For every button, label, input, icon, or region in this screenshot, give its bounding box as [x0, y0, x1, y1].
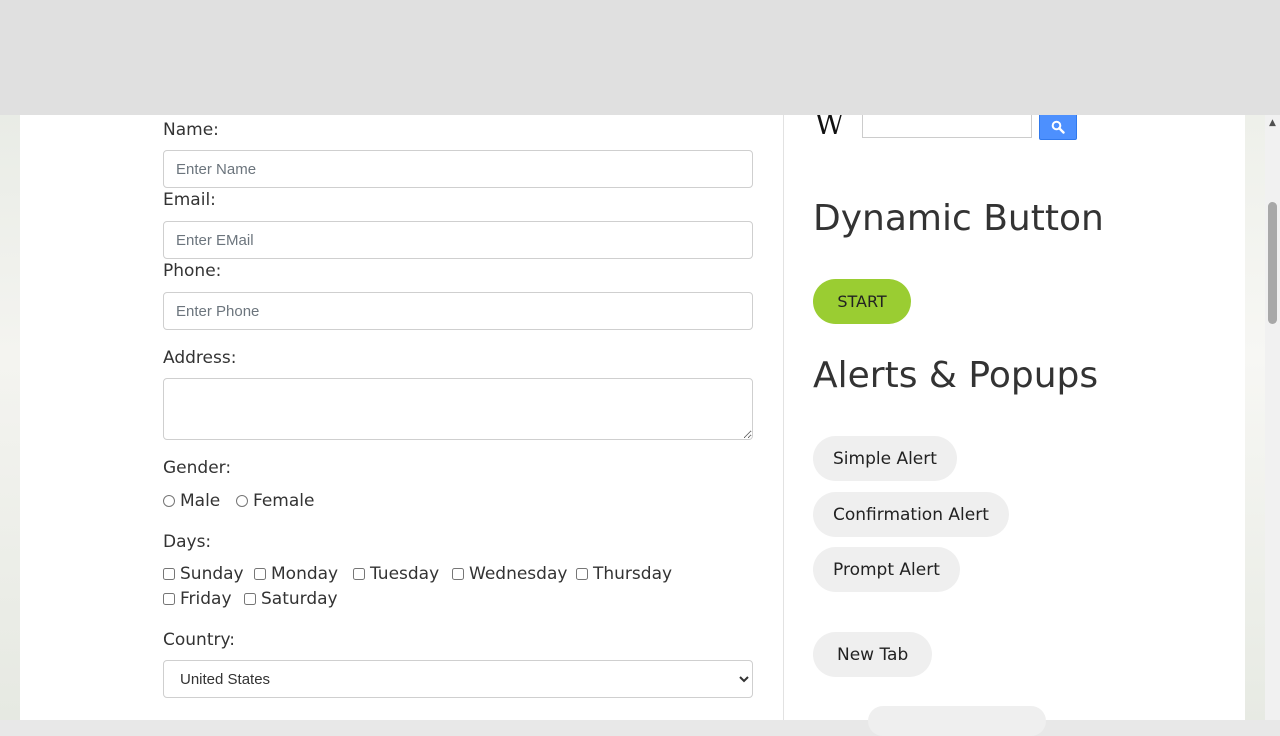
dynamic-button-heading: Dynamic Button — [813, 198, 1104, 239]
day-sunday-label: Sunday — [180, 564, 244, 584]
gender-label: Gender: — [163, 458, 232, 478]
gender-female-radio[interactable] — [236, 495, 248, 507]
simple-alert-button[interactable]: Simple Alert — [813, 436, 957, 481]
country-select[interactable]: United States — [163, 660, 753, 698]
gender-male-radio[interactable] — [163, 495, 175, 507]
start-button[interactable]: START — [813, 279, 911, 324]
phone-input[interactable] — [163, 292, 753, 330]
email-label: Email: — [163, 190, 216, 210]
phone-label: Phone: — [163, 261, 222, 281]
address-textarea[interactable] — [163, 378, 753, 440]
partial-button[interactable] — [868, 706, 1046, 736]
day-tuesday-label: Tuesday — [370, 564, 440, 584]
top-bar — [0, 0, 1280, 115]
gender-male-label: Male — [180, 491, 221, 511]
day-friday-checkbox[interactable] — [163, 593, 175, 605]
email-input[interactable] — [163, 221, 753, 259]
gender-female-option[interactable]: Female — [236, 491, 314, 511]
day-tuesday-checkbox[interactable] — [353, 568, 365, 580]
day-friday-option[interactable]: Friday — [163, 589, 232, 609]
country-label: Country: — [163, 630, 236, 650]
column-divider — [783, 115, 784, 720]
day-saturday-checkbox[interactable] — [244, 593, 256, 605]
days-label: Days: — [163, 532, 212, 552]
day-sunday-checkbox[interactable] — [163, 568, 175, 580]
background-left — [0, 115, 20, 720]
day-thursday-label: Thursday — [593, 564, 673, 584]
day-wednesday-checkbox[interactable] — [452, 568, 464, 580]
new-tab-button[interactable]: New Tab — [813, 632, 933, 677]
prompt-alert-button[interactable]: Prompt Alert — [813, 547, 960, 592]
alerts-popups-heading: Alerts & Popups — [813, 355, 1099, 396]
day-monday-label: Monday — [271, 564, 339, 584]
day-saturday-label: Saturday — [261, 589, 338, 609]
address-label: Address: — [163, 348, 237, 368]
gender-male-option[interactable]: Male — [163, 491, 220, 511]
wikipedia-search-input[interactable] — [862, 112, 1032, 138]
confirmation-alert-button[interactable]: Confirmation Alert — [813, 492, 1009, 537]
scrollbar-thumb[interactable] — [1268, 202, 1277, 324]
day-friday-label: Friday — [180, 589, 232, 609]
gender-female-label: Female — [253, 491, 315, 511]
name-input[interactable] — [163, 150, 753, 188]
day-saturday-option[interactable]: Saturday — [244, 589, 338, 609]
page-scrollbar[interactable]: ▲ — [1265, 115, 1280, 720]
day-tuesday-option[interactable]: Tuesday — [353, 564, 439, 584]
search-icon — [1051, 120, 1065, 134]
background-right — [1245, 115, 1265, 720]
day-thursday-option[interactable]: Thursday — [576, 564, 672, 584]
day-wednesday-label: Wednesday — [469, 564, 568, 584]
wikipedia-search-button[interactable] — [1039, 113, 1077, 140]
name-label: Name: — [163, 120, 219, 140]
day-thursday-checkbox[interactable] — [576, 568, 588, 580]
day-monday-checkbox[interactable] — [254, 568, 266, 580]
day-wednesday-option[interactable]: Wednesday — [452, 564, 567, 584]
scroll-up-arrow-icon[interactable]: ▲ — [1265, 117, 1280, 129]
day-sunday-option[interactable]: Sunday — [163, 564, 244, 584]
day-monday-option[interactable]: Monday — [254, 564, 338, 584]
